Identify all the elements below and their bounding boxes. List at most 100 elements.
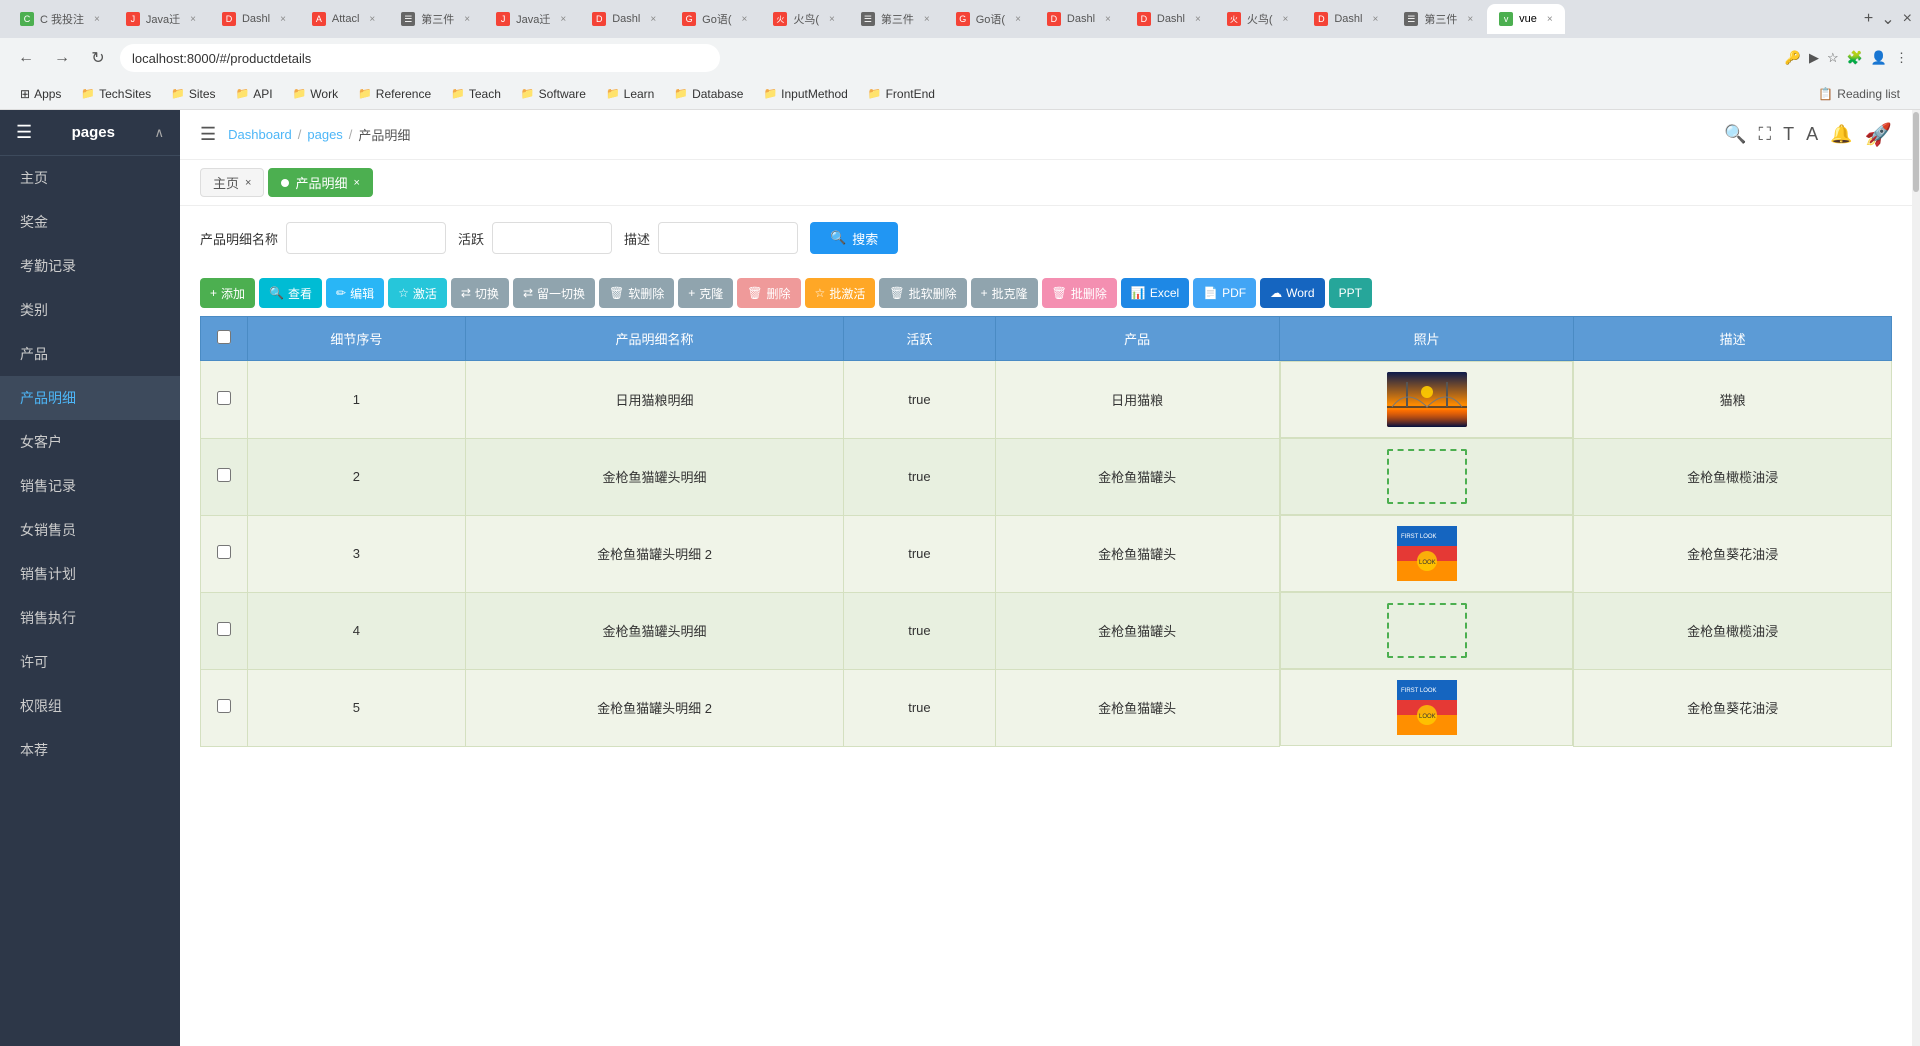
tab-dash4[interactable]: D Dashl × [1125,4,1213,34]
row-checkbox-2[interactable] [217,468,231,482]
tab-dash1[interactable]: D Dashl × [210,4,298,34]
bookmark-sites[interactable]: 📁 Sites [163,84,223,104]
search-icon[interactable]: 🔍 [1724,124,1746,145]
sidebar-item-product[interactable]: 产品 [0,332,180,376]
tab-close-vue[interactable]: × [1547,14,1553,25]
tab-close-d2[interactable]: × [650,14,656,25]
sidebar-item-recommend[interactable]: 本荐 [0,728,180,772]
bookmark-techsites[interactable]: 📁 TechSites [73,84,159,104]
bookmark-database[interactable]: 📁 Database [666,84,751,104]
bookmark-reference[interactable]: 📁 Reference [350,84,439,104]
close-window-button[interactable]: × [1903,10,1912,28]
tab-close-attach[interactable]: × [369,14,375,25]
batch-soft-delete-button[interactable]: 🗑 批软删除 [879,278,966,308]
rocket-icon[interactable]: 🚀 [1865,122,1892,148]
sidebar-item-product-detail[interactable]: 产品明细 [0,376,180,420]
sidebar-item-sales-plan[interactable]: 销售计划 [0,552,180,596]
tab-close-d3[interactable]: × [1105,14,1111,25]
breadcrumb-pages[interactable]: pages [307,127,342,142]
search-input-active[interactable] [492,222,612,254]
sidebar-collapse-icon[interactable]: ∧ [154,125,164,141]
add-button[interactable]: + 添加 [200,278,255,308]
bookmark-work[interactable]: 📁 Work [285,84,346,104]
page-tab-product-detail-close[interactable]: × [353,177,359,189]
hamburger-icon[interactable]: ☰ [200,124,216,145]
tab-dash3[interactable]: D Dashl × [1035,4,1123,34]
tab-third3[interactable]: ☰ 第三件 × [1392,4,1485,34]
profile-icon[interactable]: 👤 [1871,50,1887,66]
sidebar-item-category[interactable]: 类别 [0,288,180,332]
bookmark-api[interactable]: 📁 API [228,84,281,104]
reload-button[interactable]: ↻ [84,44,112,72]
tab-overflow-button[interactable]: ⌄ [1881,9,1894,29]
breadcrumb-dashboard[interactable]: Dashboard [228,127,292,142]
back-button[interactable]: ← [12,44,40,72]
delete-button[interactable]: 🗑 删除 [737,278,800,308]
row-checkbox-1[interactable] [217,391,231,405]
pdf-button[interactable]: 📄 PDF [1193,278,1256,308]
tab-dash2[interactable]: D Dashl × [580,4,668,34]
tab-go1[interactable]: G Go语( × [670,4,759,34]
new-tab-button[interactable]: + [1864,10,1873,28]
edit-button[interactable]: ✏ 编辑 [326,278,384,308]
tab-vue[interactable]: v vue × [1487,4,1565,34]
sidebar-item-female-customer[interactable]: 女客户 [0,420,180,464]
sidebar-item-permit[interactable]: 许可 [0,640,180,684]
tab-close-d4[interactable]: × [1195,14,1201,25]
scrollbar[interactable] [1912,110,1920,1046]
fullscreen-icon[interactable]: ⛶ [1759,124,1772,145]
sidebar-item-reward[interactable]: 奖金 [0,200,180,244]
tab-attach[interactable]: A Attacl × [300,4,387,34]
tab-close-huo2[interactable]: × [1283,14,1289,25]
batch-activate-button[interactable]: ☆ 批激活 [805,278,876,308]
soft-delete-button[interactable]: 🗑 软删除 [599,278,674,308]
tab-dash5[interactable]: D Dashl × [1302,4,1390,34]
row-checkbox-4[interactable] [217,622,231,636]
switch-button[interactable]: ⇄ 切换 [451,278,509,308]
tab-close-go2[interactable]: × [1015,14,1021,25]
tab-go2[interactable]: G Go语( × [944,4,1033,34]
row-checkbox-5[interactable] [217,699,231,713]
page-tab-home[interactable]: 主页 × [200,168,264,197]
tab-c[interactable]: C C 我投注 × [8,4,112,34]
tab-close-third2[interactable]: × [924,14,930,25]
tab-close-d5[interactable]: × [1372,14,1378,25]
page-tab-home-close[interactable]: × [245,177,251,189]
sidebar-item-sales-record[interactable]: 销售记录 [0,464,180,508]
extension-icon[interactable]: 🧩 [1847,50,1863,66]
word-button[interactable]: ☁ Word [1260,278,1324,308]
tab-java1[interactable]: J Java迁 × [114,4,208,34]
cast-icon[interactable]: ▶ [1809,50,1819,66]
sidebar-menu-icon[interactable]: ☰ [16,122,32,143]
ppt-button[interactable]: PPT [1329,278,1372,308]
tab-close-third3[interactable]: × [1467,14,1473,25]
page-tab-product-detail[interactable]: 产品明细 × [268,168,372,197]
tab-close-huo1[interactable]: × [829,14,835,25]
search-input-desc[interactable] [658,222,798,254]
bookmark-software[interactable]: 📁 Software [513,84,594,104]
menu-icon[interactable]: ⋮ [1895,50,1908,66]
tab-java2[interactable]: J Java迁 × [484,4,578,34]
tab-huo2[interactable]: 火 火鸟( × [1215,4,1301,34]
search-button[interactable]: 🔍 搜索 [810,222,898,254]
star-icon[interactable]: ☆ [1827,50,1839,66]
scrollbar-thumb[interactable] [1913,112,1919,192]
tab-close-c[interactable]: × [94,14,100,25]
address-input[interactable] [120,44,720,72]
select-all-checkbox[interactable] [217,330,231,344]
sidebar-item-sales-exec[interactable]: 销售执行 [0,596,180,640]
bookmark-learn[interactable]: 📁 Learn [598,84,662,104]
tab-close-third1[interactable]: × [464,14,470,25]
tab-huo1[interactable]: 火 火鸟( × [761,4,847,34]
tab-third1[interactable]: ☰ 第三件 × [389,4,482,34]
forward-button[interactable]: → [48,44,76,72]
view-button[interactable]: 🔍 查看 [259,278,322,308]
tab-close-j2[interactable]: × [560,14,566,25]
sidebar-item-permission-group[interactable]: 权限组 [0,684,180,728]
row-checkbox-3[interactable] [217,545,231,559]
excel-button[interactable]: 📊 Excel [1121,278,1189,308]
bookmark-apps[interactable]: ⊞ Apps [12,84,69,104]
tab-close-d1[interactable]: × [280,14,286,25]
batch-clone-button[interactable]: + 批克隆 [971,278,1038,308]
notifications-icon[interactable]: 🔔 [1830,124,1852,145]
